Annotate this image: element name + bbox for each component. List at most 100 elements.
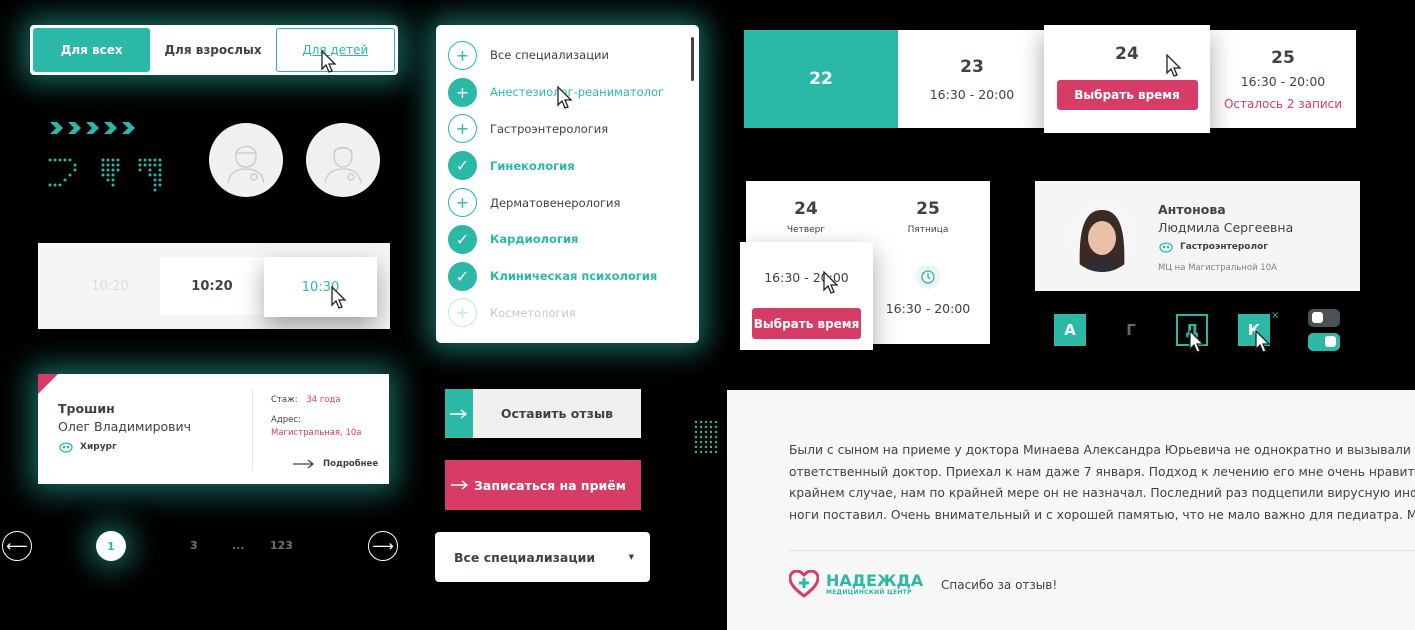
doctor-last-name: Трошин <box>58 401 115 416</box>
day-number: 25 <box>916 199 940 219</box>
dots-decoration <box>48 158 162 192</box>
date-option[interactable]: 23 16:30 - 20:00 <box>898 30 1046 128</box>
specialization-label: Косметология <box>490 305 576 320</box>
scrollbar[interactable] <box>691 37 694 81</box>
letter-filter-disabled: Г <box>1126 321 1136 339</box>
date-number: 23 <box>960 56 984 77</box>
chevrons-decoration <box>50 122 135 134</box>
time-slot[interactable]: 10:20 <box>160 257 264 315</box>
check-icon: ✓ <box>448 224 477 254</box>
specialization-option[interactable]: ✓ Гинекология <box>448 147 687 184</box>
specialization-select[interactable]: Все специализации ▼ <box>435 532 650 582</box>
cursor-icon <box>1166 54 1182 77</box>
female-avatar-placeholder <box>209 123 283 197</box>
review-text: Были с сыном на приеме у доктора Минаева… <box>789 443 1415 522</box>
close-icon[interactable]: × <box>1271 310 1279 321</box>
time-slot-hover[interactable]: 10:30 <box>264 257 377 317</box>
specialization-label: Анестезиолог-реаниматолог <box>490 85 665 100</box>
heart-cross-icon <box>789 570 819 598</box>
specialization-label: Клиническая психология <box>490 269 658 284</box>
specialization-label: Все специализации <box>490 48 609 63</box>
prev-page-button[interactable]: ⟵ <box>2 531 32 561</box>
doctor-first-names: Людмила Сергеевна <box>1158 220 1294 235</box>
specialization-option[interactable]: ✓ Кардиология <box>448 221 687 258</box>
specialization-label: Гинекология <box>490 158 575 173</box>
cursor-icon <box>321 50 337 73</box>
date-option[interactable]: 25 16:30 - 20:00 Осталось 2 записи <box>1210 30 1356 128</box>
time-range: 16:30 - 20:00 <box>764 270 849 285</box>
cursor-icon <box>1189 330 1205 353</box>
check-icon: ✓ <box>448 151 477 181</box>
info-icon[interactable] <box>916 265 940 289</box>
male-doctor-icon <box>324 146 362 183</box>
cursor-icon <box>1255 330 1271 353</box>
date-option-hover[interactable]: 24 Выбрать время <box>1044 25 1210 133</box>
plus-icon: + <box>448 298 477 328</box>
schedule-slot-hover[interactable]: 16:30 - 20:00 Выбрать время <box>740 242 873 350</box>
specialty-icon <box>1159 242 1173 253</box>
specialization-option[interactable]: + Все специализации <box>448 37 687 74</box>
choose-time-button[interactable]: Выбрать время <box>752 308 861 339</box>
page-current[interactable]: 1 <box>96 531 126 561</box>
time-slot-disabled: 10:20 <box>91 278 129 294</box>
plus-icon: + <box>448 188 477 218</box>
doctor-specialty: Хирург <box>80 442 117 452</box>
arrow-right-icon <box>445 389 473 438</box>
address-label: Адрес: <box>271 415 301 425</box>
day-name: Пятница <box>907 225 949 235</box>
toggle-off[interactable] <box>1308 309 1340 327</box>
brand-name: НАДЕЖДА <box>826 570 924 590</box>
cursor-icon <box>557 86 573 109</box>
arrow-right-icon <box>293 459 315 469</box>
choose-time-button[interactable]: Выбрать время <box>1056 80 1198 110</box>
divider <box>789 550 1415 551</box>
audience-tabs: Для всех Для взрослых Для детей <box>30 25 398 75</box>
date-picker-strip: 22 23 16:30 - 20:00 24 Выбрать время 25 … <box>744 25 1356 133</box>
leave-review-button[interactable]: Оставить отзыв <box>445 389 641 438</box>
plus-icon: + <box>448 114 477 144</box>
date-selected[interactable]: 22 <box>744 30 898 128</box>
tab-adults[interactable]: Для взрослых <box>154 28 271 72</box>
plus-icon: + <box>448 77 477 107</box>
specialization-option[interactable]: + Гастроэнтерология <box>448 111 687 148</box>
next-page-button[interactable]: ⟶ <box>368 531 398 561</box>
date-number: 22 <box>809 69 833 89</box>
slots-left-note: Осталось 2 записи <box>1223 96 1343 111</box>
cursor-icon <box>823 271 839 294</box>
page-link[interactable]: 123 <box>270 539 293 552</box>
divider <box>252 390 253 470</box>
experience-value: 34 года <box>306 395 341 405</box>
doctor-specialty: Гастроэнтеролог <box>1180 242 1268 252</box>
specialty-icon <box>59 442 73 453</box>
more-link[interactable]: Подробнее <box>293 459 378 469</box>
day-name: Четверг <box>786 225 826 235</box>
day-number: 24 <box>794 199 818 219</box>
specialization-label: Гастроэнтерология <box>490 121 609 136</box>
specialization-option[interactable]: + Дерматовенерология <box>448 184 687 221</box>
date-time-range: 16:30 - 20:00 <box>929 86 1015 102</box>
book-appointment-button[interactable]: Записаться на приём <box>445 460 641 510</box>
letter-filter-active[interactable]: А <box>1054 314 1086 346</box>
page-ellipsis: ... <box>232 539 245 552</box>
female-doctor-icon <box>227 145 265 183</box>
specialization-list: + Все специализации + Анестезиолог-реанимат… <box>436 25 699 343</box>
date-number: 25 <box>1271 47 1295 68</box>
toggle-on[interactable] <box>1308 333 1340 351</box>
tab-all[interactable]: Для всех <box>33 28 151 72</box>
specialization-option[interactable]: + Косметология <box>448 295 687 332</box>
specialization-label: Кардиология <box>490 232 579 247</box>
doctor-last-name: Антонова <box>1158 202 1226 217</box>
page-link[interactable]: 3 <box>190 539 198 552</box>
review-block: Были с сыном на приеме у доктора Минаева… <box>727 390 1415 630</box>
date-number: 24 <box>1115 44 1139 64</box>
cursor-icon <box>331 286 347 309</box>
doctor-first-names: Олег Владимирович <box>58 419 192 434</box>
dropdown-triangle-icon: ▼ <box>628 553 634 561</box>
doctor-card[interactable]: Антонова Людмила Сергеевна Гастроэнтерол… <box>1035 181 1360 291</box>
doctor-photo <box>1066 200 1138 272</box>
specialization-option[interactable]: ✓ Клиническая психология <box>448 258 687 295</box>
experience-label: Стаж: <box>271 395 298 405</box>
doctor-avatar <box>1066 200 1138 272</box>
doctor-card[interactable]: Трошин Олег Владимирович Хирург Стаж: 34… <box>38 374 389 484</box>
check-icon: ✓ <box>448 261 477 291</box>
